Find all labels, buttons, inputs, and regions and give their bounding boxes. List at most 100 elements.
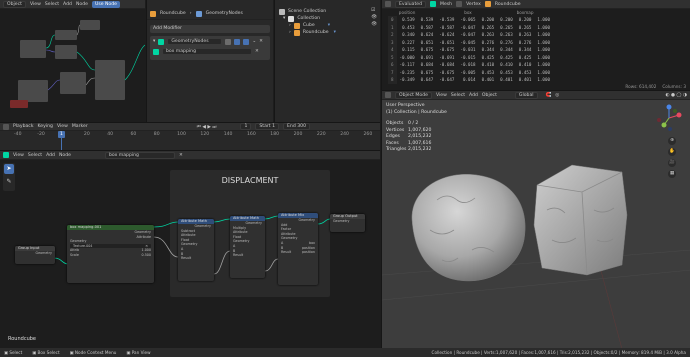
outliner-row-scene[interactable]: Scene Collection bbox=[279, 8, 376, 15]
close-icon[interactable]: ✕ bbox=[259, 39, 263, 44]
object-icon bbox=[293, 29, 300, 36]
viewport-3d[interactable]: Object Mode View Select Add Object Globa… bbox=[381, 90, 690, 349]
table-cell: 0.340 bbox=[402, 32, 415, 38]
collection-label: Collection bbox=[297, 16, 321, 21]
node-editor-mini-area[interactable]: Object View Select Add Node Use Node bbox=[0, 0, 145, 122]
modifier-name-field[interactable]: GeometryNodes bbox=[167, 38, 223, 45]
table-cell: -0.047 bbox=[460, 32, 476, 38]
spreadsheet-area[interactable]: Evaluated Mesh Vertex Roundcube position… bbox=[381, 0, 690, 90]
checkbox-icon[interactable]: ☑ bbox=[371, 8, 377, 13]
attribute-math-node[interactable]: Attribute Math Geometry Multiply Attribu… bbox=[230, 216, 265, 278]
result-field[interactable]: Result bbox=[178, 256, 214, 261]
properties-panel[interactable]: Roundcube › GeometryNodes Add Modifier ▾… bbox=[146, 0, 273, 122]
group-input-node[interactable]: Group Input Geometry bbox=[15, 246, 55, 264]
column-header bbox=[534, 9, 553, 16]
playback-controls[interactable]: ⏮ ◀ ▶ ⏭ bbox=[197, 124, 217, 130]
timeline-ruler[interactable]: -40-200204060801001201401601802002202402… bbox=[0, 132, 380, 138]
outliner-row-cube[interactable]: › Cube ▾ bbox=[279, 22, 376, 29]
menu-view[interactable]: View bbox=[57, 124, 68, 129]
collapse-chevron-icon[interactable]: ▾ bbox=[153, 39, 155, 44]
attribute-math-node[interactable]: Attribute Math Geometry Subtract Attribu… bbox=[178, 219, 214, 281]
wrench-icon bbox=[195, 10, 202, 17]
table-cell: 0.200 bbox=[500, 17, 513, 23]
menu-marker[interactable]: Marker bbox=[72, 124, 88, 129]
scale-field[interactable]: Scale 0.500 bbox=[67, 253, 154, 258]
table-cell: 0.624 bbox=[420, 32, 434, 38]
expand-icon[interactable]: ▾ bbox=[283, 16, 285, 21]
table-cell: 0.265 bbox=[481, 24, 495, 30]
breadcrumb-separator-icon: › bbox=[189, 11, 192, 16]
mesh-dropdown[interactable]: Mesh bbox=[440, 2, 452, 7]
node-group-selector[interactable]: box mapping bbox=[162, 48, 252, 55]
column-header: position bbox=[398, 10, 416, 15]
table-cell: -0.031 bbox=[460, 47, 476, 53]
table-cell: 0.200 bbox=[481, 17, 495, 23]
edit-mode-toggle-icon[interactable] bbox=[225, 38, 232, 45]
menu-object[interactable]: Object bbox=[482, 93, 497, 98]
menu-add[interactable]: Add bbox=[469, 93, 478, 98]
current-frame[interactable]: 1 bbox=[240, 123, 252, 130]
dropdown-icon[interactable]: ⌄ bbox=[252, 39, 256, 44]
mode-dropdown[interactable]: Object Mode bbox=[395, 91, 432, 99]
table-cell: 6 bbox=[388, 61, 397, 69]
transform-orientation[interactable]: Global bbox=[514, 91, 538, 99]
table-cell: 0.675 bbox=[420, 47, 434, 53]
unlink-icon[interactable]: ✕ bbox=[255, 49, 259, 54]
spreadsheet-footer: Rows: 614,402 Columns: 3 bbox=[625, 84, 686, 89]
status-bar: ▣ Select ▣ Box Select ▣ Node Context Men… bbox=[0, 348, 690, 357]
viewport-header: Object Mode View Select Add Object Globa… bbox=[382, 91, 690, 100]
menu-playback[interactable]: Playback bbox=[13, 124, 34, 129]
table-row: 8 -0.349 0.647 -0.647 0.014 0.401 0.401 0.401 1.… bbox=[388, 76, 553, 84]
expand-icon[interactable]: › bbox=[289, 23, 291, 28]
vertex-dropdown[interactable]: Vertex bbox=[466, 2, 481, 7]
result-field[interactable]: Result position bbox=[278, 250, 318, 255]
result-field[interactable]: Result bbox=[230, 253, 265, 258]
socket-row: Geometry bbox=[35, 251, 52, 255]
snap-icon[interactable]: 🧲 bbox=[546, 93, 552, 98]
playhead[interactable]: 1 bbox=[58, 131, 65, 138]
table-cell: 0.263 bbox=[518, 32, 532, 38]
scene-collection-label: Scene Collection bbox=[288, 9, 327, 14]
group-output-node[interactable]: Group Output Geometry bbox=[330, 214, 365, 232]
timeline-tick-label: 20 bbox=[83, 132, 90, 137]
outliner-row-roundcube[interactable]: › Roundcube ▾ bbox=[279, 29, 376, 36]
expand-icon[interactable]: › bbox=[289, 30, 291, 35]
add-modifier-button[interactable]: Add Modifier bbox=[150, 25, 270, 33]
viewport-toggle-icon[interactable] bbox=[234, 38, 241, 45]
end-label[interactable]: End 300 bbox=[283, 123, 311, 130]
rock-cube bbox=[533, 164, 628, 276]
box-mapping-node[interactable]: box mapping.001 Geometry Attribute Geome… bbox=[67, 225, 154, 283]
menu-view[interactable]: View bbox=[436, 93, 447, 98]
start-label[interactable]: Start 1 bbox=[255, 123, 280, 130]
outliner-panel[interactable]: Scene Collection ▾ Collection › Cube ▾ ›… bbox=[274, 0, 380, 122]
modifier-panel[interactable]: ▾ GeometryNodes ⌄ ✕ box mapping ✕ bbox=[150, 36, 270, 60]
shading-icons[interactable]: ◐ ● ◯ ◑ bbox=[665, 93, 687, 98]
timeline-tick-label: 240 bbox=[340, 132, 349, 137]
spreadsheet-header: Evaluated Mesh Vertex Roundcube bbox=[382, 0, 690, 9]
timeline-area[interactable]: Playback Keying View Marker ⏮ ◀ ▶ ⏭ 1 St… bbox=[0, 122, 380, 151]
node-editor-area[interactable]: View Select Add Node box mapping ✕ ➤ ✎ D… bbox=[0, 150, 380, 348]
table-cell: 0.425 bbox=[500, 54, 513, 60]
menu-keying[interactable]: Keying bbox=[38, 124, 53, 129]
table-cell: 0.453 bbox=[518, 69, 532, 75]
outliner-row-collection[interactable]: ▾ Collection bbox=[279, 15, 376, 22]
evaluated-dropdown[interactable]: Evaluated bbox=[395, 0, 426, 8]
render-toggle-icon[interactable] bbox=[243, 38, 250, 45]
table-cell: -0.005 bbox=[460, 69, 476, 75]
menu-select[interactable]: Select bbox=[451, 93, 465, 98]
mesh-icon bbox=[429, 1, 436, 7]
table-cell: 0.263 bbox=[481, 32, 495, 38]
columns-count: Columns: 3 bbox=[662, 84, 686, 89]
column-header bbox=[479, 9, 498, 16]
table-cell: 0.587 bbox=[420, 24, 434, 30]
collection-icon bbox=[288, 15, 295, 22]
timeline-tick-label: 260 bbox=[363, 132, 373, 137]
table-cell: 1.000 bbox=[537, 17, 550, 23]
eye-icon[interactable]: 👁 bbox=[371, 15, 377, 20]
attribute-mix-node[interactable]: Attribute Mix Geometry Add Factor Attrib… bbox=[278, 213, 318, 285]
table-cell: 0.647 bbox=[420, 77, 434, 83]
proportional-icon[interactable]: ◎ bbox=[555, 93, 559, 98]
geometry-nodes-icon bbox=[158, 38, 165, 45]
eye-icon[interactable]: 👁 bbox=[371, 22, 377, 27]
table-cell: 0.410 bbox=[481, 62, 495, 68]
